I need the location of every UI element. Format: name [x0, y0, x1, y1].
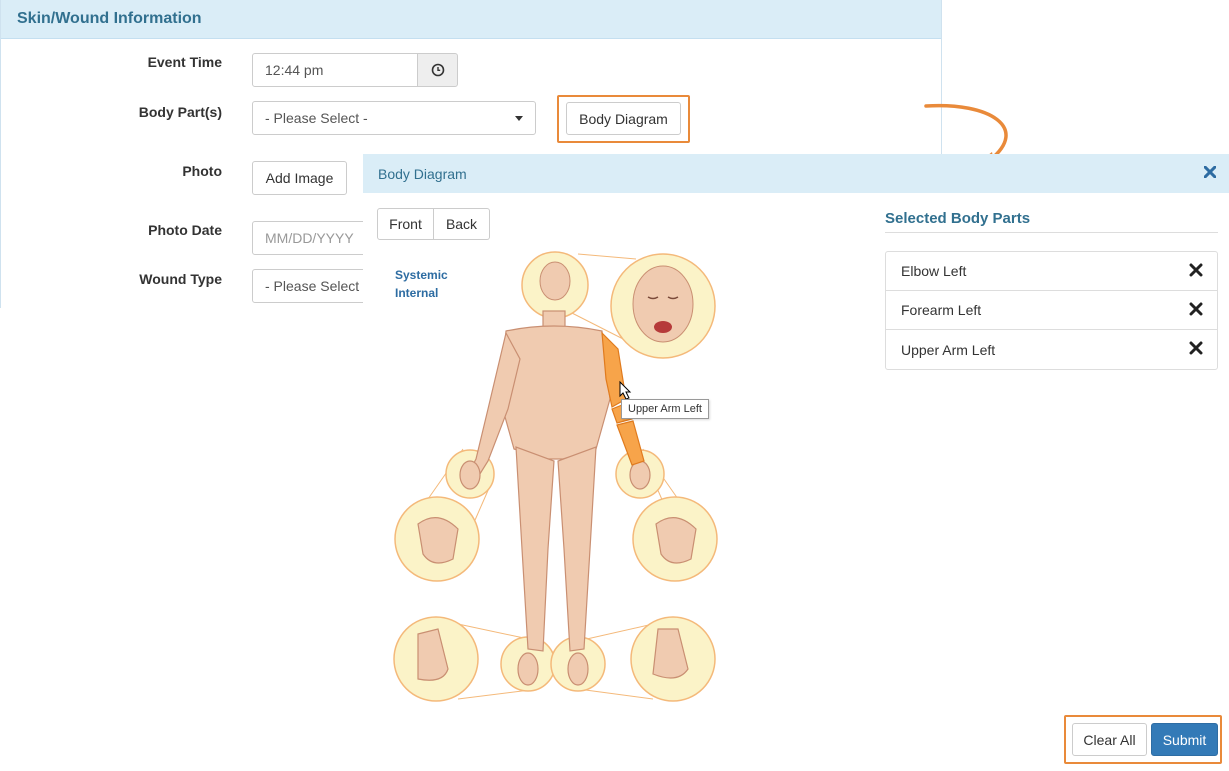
clock-icon	[431, 63, 444, 77]
selected-body-parts-list: Elbow Left Forearm Left Upper Arm Left	[885, 251, 1218, 370]
event-time-label: Event Time	[147, 54, 222, 70]
body-diagram-modal: Body Diagram Front Back Systemic Interna…	[363, 154, 1229, 771]
tab-back[interactable]: Back	[434, 208, 490, 240]
remove-icon[interactable]	[1189, 341, 1203, 355]
form-header: Skin/Wound Information	[1, 0, 941, 39]
submit-button[interactable]: Submit	[1151, 723, 1218, 756]
remove-icon[interactable]	[1189, 302, 1203, 316]
event-time-input[interactable]: 12:44 pm	[252, 53, 420, 87]
selected-body-parts-title: Selected Body Parts	[885, 210, 1218, 233]
view-toggle: Front Back	[377, 208, 490, 240]
close-icon[interactable]	[1201, 163, 1219, 181]
photo-date-label: Photo Date	[148, 222, 222, 238]
hover-tooltip: Upper Arm Left	[621, 399, 709, 419]
selected-part-label: Forearm Left	[901, 302, 982, 318]
tab-front[interactable]: Front	[377, 208, 434, 240]
body-diagram-highlight	[557, 95, 690, 143]
clock-button[interactable]	[417, 53, 458, 87]
clear-all-button[interactable]: Clear All	[1072, 723, 1147, 756]
list-item: Forearm Left	[886, 291, 1217, 330]
photo-label: Photo	[182, 163, 222, 179]
selected-part-label: Upper Arm Left	[901, 341, 996, 358]
body-parts-label: Body Part(s)	[138, 104, 222, 120]
list-item: Elbow Left	[886, 252, 1217, 291]
chevron-down-icon	[515, 116, 523, 121]
add-image-button[interactable]: Add Image	[252, 161, 347, 195]
modal-header: Body Diagram	[363, 154, 1229, 193]
wound-type-label: Wound Type	[139, 271, 222, 287]
body-diagram[interactable]	[388, 249, 728, 709]
selected-part-label: Elbow Left	[901, 263, 967, 279]
body-parts-select[interactable]: - Please Select -	[252, 101, 536, 135]
remove-icon[interactable]	[1189, 263, 1203, 277]
modal-title: Body Diagram	[378, 165, 467, 182]
body-parts-select-value: - Please Select -	[265, 110, 368, 126]
list-item: Upper Arm Left	[886, 330, 1217, 369]
